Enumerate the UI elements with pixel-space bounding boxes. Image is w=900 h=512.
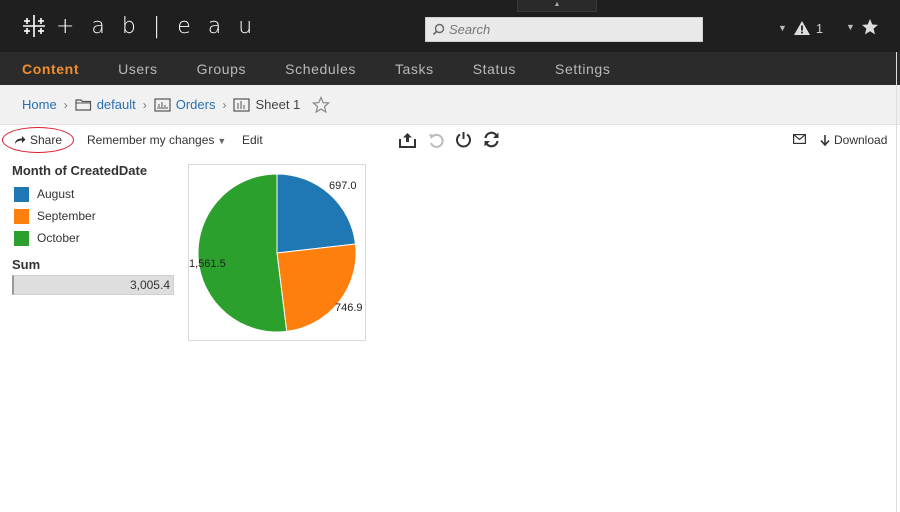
view-toolbar: Share Remember my changes ▼ Edit Download xyxy=(0,126,900,154)
star-icon xyxy=(861,19,878,35)
download-button[interactable]: Download xyxy=(820,133,887,147)
breadcrumb-separator: › xyxy=(142,97,147,112)
tableau-logo-icon xyxy=(23,15,45,37)
breadcrumb-sheet: Sheet 1 xyxy=(255,97,301,112)
logo-text: + a b | e a u xyxy=(56,13,258,39)
download-arrow-icon xyxy=(820,134,830,146)
edit-button[interactable]: Edit xyxy=(242,133,263,147)
sheet-icon xyxy=(233,97,251,112)
nav-settings[interactable]: Settings xyxy=(555,61,610,77)
legend-item[interactable]: September xyxy=(12,205,182,227)
undo-icon[interactable] xyxy=(426,130,445,149)
top-bar: + a b | e a u ▲ ▼ 1 ▼ xyxy=(0,0,900,52)
revert-icon[interactable] xyxy=(454,130,473,149)
window-edge xyxy=(896,52,900,512)
breadcrumb-home[interactable]: Home xyxy=(22,97,57,112)
favorites-menu[interactable]: ▼ xyxy=(846,18,879,36)
share-arrow-icon xyxy=(14,136,26,144)
remember-changes-dropdown[interactable]: Remember my changes ▼ xyxy=(87,133,226,147)
breadcrumb-project[interactable]: default xyxy=(97,97,136,112)
refresh-icon[interactable] xyxy=(482,130,501,149)
search-box[interactable] xyxy=(425,17,703,42)
nav-groups[interactable]: Groups xyxy=(197,61,247,77)
pie-data-label: 1,561.5 xyxy=(189,258,226,270)
legend-label: October xyxy=(37,231,80,245)
folder-icon xyxy=(75,98,92,111)
share-button[interactable]: Share xyxy=(2,127,74,153)
size-legend-bar: 3,005.4 xyxy=(12,275,174,295)
nav-schedules[interactable]: Schedules xyxy=(285,61,356,77)
collapse-toggle[interactable]: ▲ xyxy=(517,0,597,12)
legend-item[interactable]: October xyxy=(12,227,182,249)
alerts-menu[interactable]: ▼ 1 xyxy=(778,20,823,36)
mail-icon[interactable] xyxy=(793,134,806,144)
pie-slice-october[interactable] xyxy=(197,173,288,333)
favorite-star-icon[interactable] xyxy=(312,95,331,114)
pie-chart-view: 697.0 746.9 1,561.5 xyxy=(188,164,366,341)
remember-changes-label: Remember my changes xyxy=(87,133,215,147)
pie-slice-september[interactable] xyxy=(276,243,357,332)
legend-swatch xyxy=(14,208,29,224)
legend-label: September xyxy=(37,209,96,223)
legend-item[interactable]: August xyxy=(12,183,182,205)
tableau-logo[interactable]: + a b | e a u xyxy=(20,11,257,41)
nav-content[interactable]: Content xyxy=(22,61,79,77)
breadcrumb: Home › default › Orders › Sheet 1 xyxy=(0,85,900,125)
breadcrumb-separator: › xyxy=(222,97,227,112)
chevron-down-icon: ▼ xyxy=(778,23,787,33)
legend-swatch xyxy=(14,230,29,246)
color-legend: Month of CreatedDate August September Oc… xyxy=(12,163,182,295)
chevron-down-icon: ▼ xyxy=(217,136,227,146)
pie-data-label: 697.0 xyxy=(329,180,357,192)
workbook-icon xyxy=(154,97,171,112)
breadcrumb-separator: › xyxy=(63,97,68,112)
search-input[interactable] xyxy=(449,22,689,37)
nav-status[interactable]: Status xyxy=(473,61,516,77)
legend-swatch xyxy=(14,186,29,202)
size-legend-value: 3,005.4 xyxy=(129,278,170,292)
share-label: Share xyxy=(29,133,63,147)
alert-count: 1 xyxy=(815,20,824,36)
view-action-icons xyxy=(398,130,501,149)
export-icon[interactable] xyxy=(398,130,417,149)
legend-label: August xyxy=(37,187,75,201)
size-legend-title: Sum xyxy=(12,257,41,272)
search-icon xyxy=(432,23,445,36)
nav-tasks[interactable]: Tasks xyxy=(395,61,434,77)
nav-users[interactable]: Users xyxy=(118,61,158,77)
pie-chart: 697.0 746.9 1,561.5 xyxy=(189,173,363,333)
edit-label: Edit xyxy=(242,133,263,147)
warning-icon xyxy=(793,21,810,35)
pie-data-label: 746.9 xyxy=(335,302,363,314)
legend-title: Month of CreatedDate xyxy=(12,163,148,178)
main-nav: Content Users Groups Schedules Tasks Sta… xyxy=(0,52,900,85)
breadcrumb-workbook[interactable]: Orders xyxy=(176,97,216,112)
chevron-down-icon: ▼ xyxy=(846,22,855,32)
download-label: Download xyxy=(834,133,888,147)
